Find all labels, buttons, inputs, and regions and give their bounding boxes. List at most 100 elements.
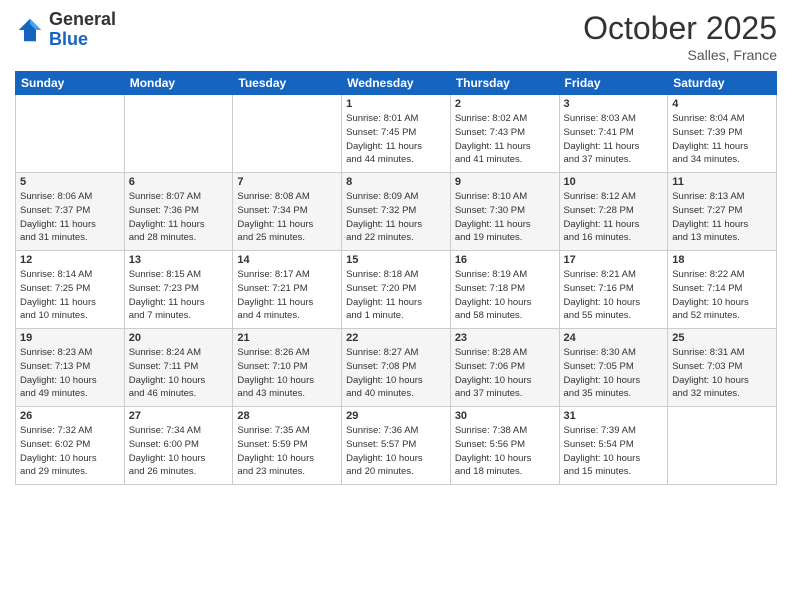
day-info: Sunrise: 8:14 AM Sunset: 7:25 PM Dayligh… [20,268,120,323]
day-number: 24 [564,332,664,344]
day-number: 29 [346,410,446,422]
day-number: 8 [346,176,446,188]
day-info: Sunrise: 8:01 AM Sunset: 7:45 PM Dayligh… [346,112,446,167]
calendar-cell: 13 Sunrise: 8:15 AM Sunset: 7:23 PM Dayli… [124,251,233,329]
day-info: Sunrise: 8:13 AM Sunset: 7:27 PM Dayligh… [672,190,772,245]
calendar-cell: 31Sunrise: 7:39 AM Sunset: 5:54 PM Dayli… [559,407,668,485]
calendar-cell: 1 Sunrise: 8:01 AM Sunset: 7:45 PM Daylig… [342,95,451,173]
day-number: 3 [564,98,664,110]
calendar-cell: 6Sunrise: 8:07 AM Sunset: 7:36 PM Daylig… [124,173,233,251]
calendar-cell: 30 Sunrise: 7:38 AM Sunset: 5:56 PM Dayli… [450,407,559,485]
day-number: 25 [672,332,772,344]
calendar-cell: 16 Sunrise: 8:19 AM Sunset: 7:18 PM Dayli… [450,251,559,329]
day-info: Sunrise: 7:35 AM Sunset: 5:59 PM Dayligh… [237,424,337,479]
day-number: 21 [237,332,337,344]
day-info: Sunrise: 7:34 AM Sunset: 6:00 PM Dayligh… [129,424,229,479]
day-info: Sunrise: 8:03 AM Sunset: 7:41 PM Dayligh… [564,112,664,167]
day-number: 18 [672,254,772,266]
logo-blue-text: Blue [49,30,116,50]
calendar-header-row: Sunday Monday Tuesday Wednesday Thursday… [16,72,777,95]
calendar-week-row: 12 Sunrise: 8:14 AM Sunset: 7:25 PM Dayli… [16,251,777,329]
day-info: Sunrise: 8:17 AM Sunset: 7:21 PM Dayligh… [237,268,337,323]
calendar-cell: 12 Sunrise: 8:14 AM Sunset: 7:25 PM Dayli… [16,251,125,329]
logo-general-text: General [49,10,116,30]
day-number: 20 [129,332,229,344]
day-info: Sunrise: 8:09 AM Sunset: 7:32 PM Dayligh… [346,190,446,245]
calendar-cell: 22Sunrise: 8:27 AM Sunset: 7:08 PM Dayli… [342,329,451,407]
calendar-cell [16,95,125,173]
day-number: 15 [346,254,446,266]
day-info: Sunrise: 8:19 AM Sunset: 7:18 PM Dayligh… [455,268,555,323]
day-number: 11 [672,176,772,188]
location: Salles, France [583,47,777,63]
calendar-week-row: 1 Sunrise: 8:01 AM Sunset: 7:45 PM Daylig… [16,95,777,173]
calendar-cell: 26 Sunrise: 7:32 AM Sunset: 6:02 PM Dayli… [16,407,125,485]
day-info: Sunrise: 8:22 AM Sunset: 7:14 PM Dayligh… [672,268,772,323]
day-info: Sunrise: 8:10 AM Sunset: 7:30 PM Dayligh… [455,190,555,245]
logo-text: General Blue [49,10,116,50]
calendar-cell: 18 Sunrise: 8:22 AM Sunset: 7:14 PM Dayli… [668,251,777,329]
day-info: Sunrise: 8:23 AM Sunset: 7:13 PM Dayligh… [20,346,120,401]
day-number: 16 [455,254,555,266]
calendar-cell: 15Sunrise: 8:18 AM Sunset: 7:20 PM Dayli… [342,251,451,329]
day-info: Sunrise: 7:38 AM Sunset: 5:56 PM Dayligh… [455,424,555,479]
day-number: 1 [346,98,446,110]
col-tuesday: Tuesday [233,72,342,95]
calendar-cell: 10 Sunrise: 8:12 AM Sunset: 7:28 PM Dayli… [559,173,668,251]
col-friday: Friday [559,72,668,95]
calendar-cell: 17Sunrise: 8:21 AM Sunset: 7:16 PM Dayli… [559,251,668,329]
calendar: Sunday Monday Tuesday Wednesday Thursday… [15,71,777,485]
page: General Blue October 2025 Salles, France… [0,0,792,612]
day-info: Sunrise: 7:32 AM Sunset: 6:02 PM Dayligh… [20,424,120,479]
calendar-cell: 3 Sunrise: 8:03 AM Sunset: 7:41 PM Daylig… [559,95,668,173]
day-info: Sunrise: 7:36 AM Sunset: 5:57 PM Dayligh… [346,424,446,479]
calendar-cell [124,95,233,173]
day-info: Sunrise: 8:27 AM Sunset: 7:08 PM Dayligh… [346,346,446,401]
day-info: Sunrise: 8:28 AM Sunset: 7:06 PM Dayligh… [455,346,555,401]
day-info: Sunrise: 8:24 AM Sunset: 7:11 PM Dayligh… [129,346,229,401]
day-number: 31 [564,410,664,422]
col-wednesday: Wednesday [342,72,451,95]
day-info: Sunrise: 8:31 AM Sunset: 7:03 PM Dayligh… [672,346,772,401]
day-number: 30 [455,410,555,422]
col-sunday: Sunday [16,72,125,95]
calendar-cell: 29 Sunrise: 7:36 AM Sunset: 5:57 PM Dayli… [342,407,451,485]
calendar-cell: 27 Sunrise: 7:34 AM Sunset: 6:00 PM Dayli… [124,407,233,485]
day-number: 5 [20,176,120,188]
calendar-cell: 9Sunrise: 8:10 AM Sunset: 7:30 PM Daylig… [450,173,559,251]
calendar-cell: 14 Sunrise: 8:17 AM Sunset: 7:21 PM Dayli… [233,251,342,329]
calendar-cell: 19 Sunrise: 8:23 AM Sunset: 7:13 PM Dayli… [16,329,125,407]
calendar-cell: 24 Sunrise: 8:30 AM Sunset: 7:05 PM Dayli… [559,329,668,407]
calendar-cell: 7 Sunrise: 8:08 AM Sunset: 7:34 PM Daylig… [233,173,342,251]
header: General Blue October 2025 Salles, France [15,10,777,63]
day-info: Sunrise: 8:08 AM Sunset: 7:34 PM Dayligh… [237,190,337,245]
day-number: 27 [129,410,229,422]
calendar-cell: 25 Sunrise: 8:31 AM Sunset: 7:03 PM Dayli… [668,329,777,407]
day-info: Sunrise: 8:21 AM Sunset: 7:16 PM Dayligh… [564,268,664,323]
day-number: 7 [237,176,337,188]
calendar-cell: 5 Sunrise: 8:06 AM Sunset: 7:37 PM Daylig… [16,173,125,251]
logo-icon [15,15,45,45]
calendar-cell: 4Sunrise: 8:04 AM Sunset: 7:39 PM Daylig… [668,95,777,173]
day-info: Sunrise: 8:07 AM Sunset: 7:36 PM Dayligh… [129,190,229,245]
day-number: 26 [20,410,120,422]
day-number: 4 [672,98,772,110]
calendar-cell: 20 Sunrise: 8:24 AM Sunset: 7:11 PM Dayli… [124,329,233,407]
day-info: Sunrise: 8:30 AM Sunset: 7:05 PM Dayligh… [564,346,664,401]
calendar-cell [233,95,342,173]
day-number: 13 [129,254,229,266]
calendar-cell: 11 Sunrise: 8:13 AM Sunset: 7:27 PM Dayli… [668,173,777,251]
title-block: October 2025 Salles, France [583,10,777,63]
day-number: 10 [564,176,664,188]
day-number: 19 [20,332,120,344]
day-info: Sunrise: 8:12 AM Sunset: 7:28 PM Dayligh… [564,190,664,245]
calendar-cell: 23Sunrise: 8:28 AM Sunset: 7:06 PM Dayli… [450,329,559,407]
day-number: 14 [237,254,337,266]
day-number: 12 [20,254,120,266]
logo: General Blue [15,10,116,50]
day-info: Sunrise: 8:06 AM Sunset: 7:37 PM Dayligh… [20,190,120,245]
day-info: Sunrise: 8:02 AM Sunset: 7:43 PM Dayligh… [455,112,555,167]
day-info: Sunrise: 8:15 AM Sunset: 7:23 PM Dayligh… [129,268,229,323]
day-number: 28 [237,410,337,422]
calendar-week-row: 26 Sunrise: 7:32 AM Sunset: 6:02 PM Dayli… [16,407,777,485]
